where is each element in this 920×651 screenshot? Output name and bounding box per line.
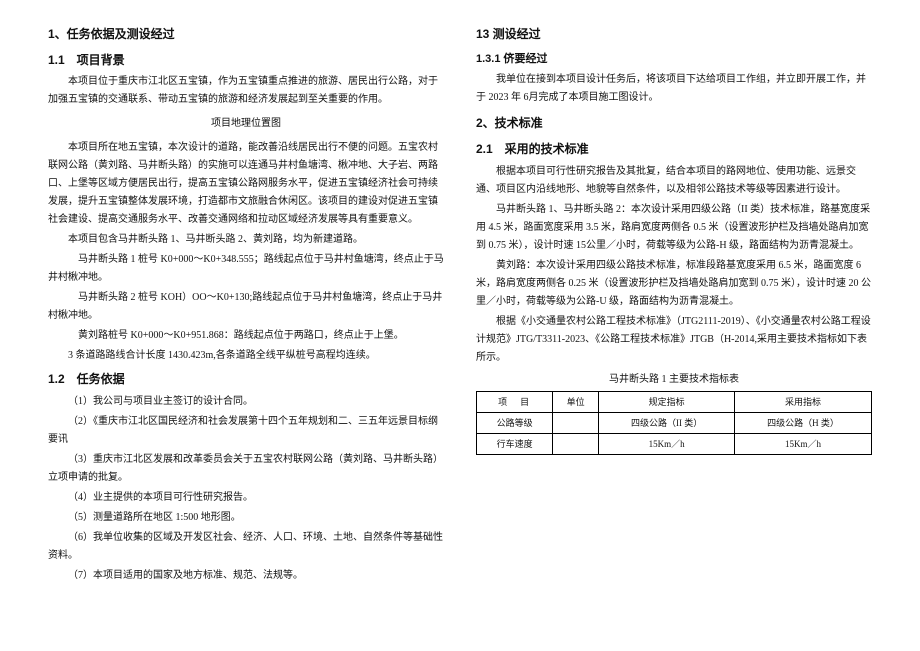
table-caption: 马井断头路 1 主要技术指标表: [476, 371, 872, 389]
table-row: 行车速度 15Km／h 15Km／h: [477, 433, 872, 454]
list-item: （2）《重庆市江北区国民经济和社会发展第十四个五年规划和二、三五年远景目标纲要讯: [48, 413, 444, 449]
paragraph: 根据本项目可行性研究报告及其批复，结合本项目的路网地位、使用功能、远景交通、项目…: [476, 163, 872, 199]
table-header: 规定指标: [599, 391, 735, 412]
right-column: 13 测设经过 1.3.1 侪要经过 我单位在接到本项目设计任务后，将该项目下达…: [460, 18, 888, 633]
table-cell: [553, 433, 599, 454]
paragraph: 3 条道路路线合计长度 1430.423m,各条道路全线平纵桩号高程均连续。: [48, 347, 444, 365]
sec-131-heading: 1.3.1 侪要经过: [476, 50, 872, 70]
table-cell: 行车速度: [477, 433, 553, 454]
list-item: （3）重庆市江北区发展和改革委员会关于五宝农村联网公路（黄刘路、马井断头路）立项…: [48, 451, 444, 487]
paragraph: 根据《小交通量农村公路工程技术标准》（JTG2111-2019）、《小交通量农村…: [476, 313, 872, 367]
sec-13-heading: 13 测设经过: [476, 24, 872, 46]
list-item: （7）本项目适用的国家及地方标准、规范、法规等。: [48, 567, 444, 585]
sec-1-1-heading: 1.1 项目背景: [48, 50, 444, 72]
sec-1-heading: 1、任务依据及测设经过: [48, 24, 444, 46]
list-item: （5）测量道路所在地区 1:500 地形图。: [48, 509, 444, 527]
table-header: 单位: [553, 391, 599, 412]
figure-caption: 项目地理位置图: [48, 115, 444, 133]
table-cell: 四级公路（II 类）: [599, 412, 735, 433]
table-cell: 15Km／h: [599, 433, 735, 454]
table-cell: 四级公路（H 类）: [735, 412, 872, 433]
list-item: （4）业主提供的本项目可行性研究报告。: [48, 489, 444, 507]
document-page: 1、任务依据及测设经过 1.1 项目背景 本项目位于重庆市江北区五宝镇，作为五宝…: [0, 0, 920, 651]
list-item: （6）我单位收集的区域及开发区社会、经济、人口、环境、土地、自然条件等基础性资料…: [48, 529, 444, 565]
paragraph: 本项目包含马井断头路 1、马井断头路 2、黄刘路，均为新建道路。: [48, 231, 444, 249]
sec-2-heading: 2、技术标准: [476, 113, 872, 135]
paragraph: 我单位在接到本项目设计任务后，将该项目下达给项目工作组，并立即开展工作，并于 2…: [476, 71, 872, 107]
paragraph: 黄刘路桩号 K0+000～K0+951.868：路线起点位于两路口，终点止于上堡…: [48, 327, 444, 345]
table-header: 采用指标: [735, 391, 872, 412]
table-cell: 公路等级: [477, 412, 553, 433]
table-cell: 15Km／h: [735, 433, 872, 454]
table-block: 马井断头路 1 主要技术指标表 项 目 单位 规定指标 采用指标 公路等级 四级…: [476, 371, 872, 456]
sec-1-2-heading: 1.2 任务依据: [48, 369, 444, 391]
paragraph: 本项目位于重庆市江北区五宝镇，作为五宝镇重点推进的旅游、居民出行公路，对于加强五…: [48, 73, 444, 109]
paragraph: 马井断头路 2 桩号 KOH）OO～K0+130;路线起点位于马井村鱼塘湾，终点…: [48, 289, 444, 325]
table-row: 项 目 单位 规定指标 采用指标: [477, 391, 872, 412]
list-item: （1）我公司与项目业主签订的设计合同。: [48, 393, 444, 411]
paragraph: 黄刘路：本次设计采用四级公路技术标准，标准段路基宽度采用 6.5 米，路面宽度 …: [476, 257, 872, 311]
tech-indicator-table: 项 目 单位 规定指标 采用指标 公路等级 四级公路（II 类） 四级公路（H …: [476, 391, 872, 456]
left-column: 1、任务依据及测设经过 1.1 项目背景 本项目位于重庆市江北区五宝镇，作为五宝…: [32, 18, 460, 633]
table-cell: [553, 412, 599, 433]
paragraph: 马井断头路 1 桩号 K0+000～K0+348.555；路线起点位于马井村鱼塘…: [48, 251, 444, 287]
sec-21-heading: 2.1 采用的技术标准: [476, 139, 872, 161]
table-row: 公路等级 四级公路（II 类） 四级公路（H 类）: [477, 412, 872, 433]
table-header: 项 目: [477, 391, 553, 412]
paragraph: 本项目所在地五宝镇，本次设计的道路，能改善沿线居民出行不便的问题。五宝农村联网公…: [48, 139, 444, 229]
paragraph: 马井断头路 1、马井断头路 2：本次设计采用四级公路（II 类）技术标准，路基宽…: [476, 201, 872, 255]
